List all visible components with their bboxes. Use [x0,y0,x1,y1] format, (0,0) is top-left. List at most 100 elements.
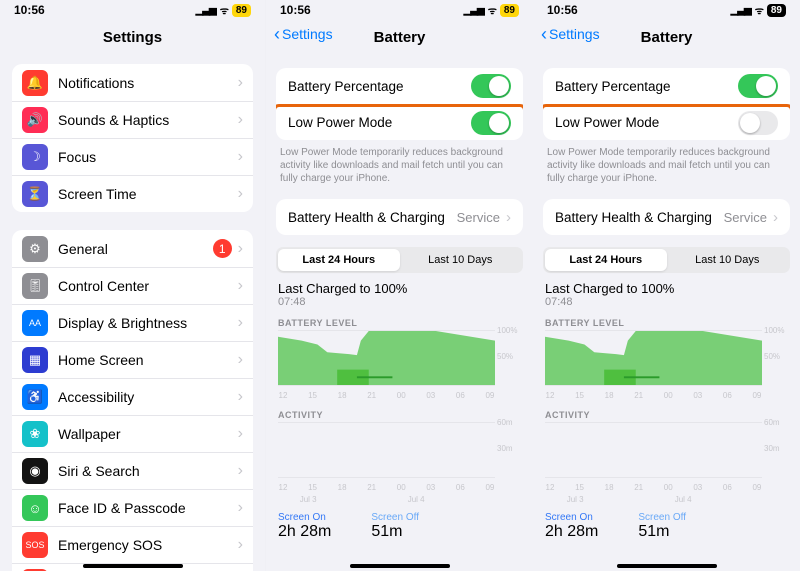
badge: 1 [213,239,232,258]
status-right: ▁▃▅ ᯤ 89 [196,3,251,17]
chevron-right-icon: › [238,185,243,203]
settings-pane: 10:56 ▁▃▅ ᯤ 89 Settings 🔔Notifications›🔊… [0,0,266,571]
wallpaper-icon: ❀ [22,421,48,447]
time-range-segmented[interactable]: Last 24 Hours Last 10 Days [543,247,790,273]
usage-summary: Screen On2h 28m Screen Off51m [278,512,521,541]
settings-row-home-screen[interactable]: ▦ Home Screen› [12,341,253,378]
chevron-right-icon: › [238,425,243,443]
settings-row-display-brightness[interactable]: AA Display & Brightness› [12,304,253,341]
battery-pane-lpm-on: 10:56 ▁▃▅ᯤ89 ‹Settings Battery Battery P… [266,0,533,571]
wifi-icon: ᯤ [755,3,763,17]
grid-icon: ▦ [22,347,48,373]
status-time: 10:56 [547,3,578,17]
usage-summary: Screen On2h 28m Screen Off51m [545,512,788,541]
moon-icon: ☽ [22,144,48,170]
back-button[interactable]: ‹Settings [274,26,333,42]
battery-toggle-group: Battery Percentage Low Power Mode [543,68,790,140]
home-indicator [350,564,450,568]
battery-health-group: Battery Health & Charging Service › [543,199,790,235]
page-title: Settings [103,29,162,46]
settings-group-1: 🔔Notifications›🔊Sounds & Haptics›☽Focus›… [12,64,253,212]
seg-last-24h[interactable]: Last 24 Hours [278,249,400,271]
battery-percentage-row: Battery Percentage [543,68,790,104]
low-power-mode-row: Low Power Mode [543,104,790,140]
bell-icon: 🔔 [22,70,48,96]
battery-pill: 89 [500,4,519,17]
chevron-right-icon: › [238,536,243,554]
lpm-footer-note: Low Power Mode temporarily reduces backg… [266,140,533,185]
back-button[interactable]: ‹Settings [541,26,600,42]
chevron-left-icon: ‹ [274,27,280,41]
battery-health-row[interactable]: Battery Health & Charging Service › [276,199,523,235]
row-label: Face ID & Passcode [58,500,238,516]
signal-icon: ▁▃▅ [731,5,751,16]
chevron-right-icon: › [238,240,243,258]
settings-row-focus[interactable]: ☽ Focus› [12,138,253,175]
settings-row-wallpaper[interactable]: ❀Wallpaper› [12,415,253,452]
seg-last-24h[interactable]: Last 24 Hours [545,249,667,271]
gear-icon: ⚙ [22,236,48,262]
row-label: Notifications [58,75,238,91]
status-bar: 10:56 ▁▃▅ ᯤ 89 [0,0,265,20]
status-time: 10:56 [14,3,45,17]
chevron-right-icon: › [238,462,243,480]
seg-last-10d[interactable]: Last 10 Days [667,249,789,271]
signal-icon: ▁▃▅ [464,5,484,16]
settings-row-emergency-sos[interactable]: SOSEmergency SOS› [12,526,253,563]
seg-last-10d[interactable]: Last 10 Days [400,249,522,271]
chevron-right-icon: › [773,209,778,226]
settings-row-screen-time[interactable]: ⏳Screen Time› [12,175,253,212]
row-label: Accessibility [58,389,238,405]
settings-row-face-id-passcode[interactable]: ☺Face ID & Passcode› [12,489,253,526]
nav-bar: ‹Settings Battery [533,20,800,54]
sos-icon: SOS [22,532,48,558]
textsize-icon: AA [22,310,48,336]
low-power-mode-toggle[interactable] [471,111,511,135]
last-charged: Last Charged to 100% 07:48 [545,281,788,308]
row-label: General [58,241,213,257]
battery-health-row[interactable]: Battery Health & Charging Service › [543,199,790,235]
battery-pane-lpm-off: 10:56 ▁▃▅ ᯤ 89 ‹Settings Battery Battery P… [533,0,800,571]
battery-percentage-toggle[interactable] [738,74,778,98]
chevron-left-icon: ‹ [541,27,547,41]
battery-pill: 89 [232,4,251,17]
activity-chart: ACTIVITY 60m 30m 1215182100030609 Jul 3J… [545,410,788,492]
service-label: Service [724,210,767,225]
chevron-right-icon: › [238,314,243,332]
settings-row-control-center[interactable]: 🎚Control Center› [12,267,253,304]
settings-row-sounds-haptics[interactable]: 🔊Sounds & Haptics› [12,101,253,138]
wifi-icon: ᯤ [488,3,496,17]
settings-group-2: ⚙General1›🎚Control Center›AADisplay & Br… [12,230,253,571]
battery-percentage-toggle[interactable] [471,74,511,98]
time-range-segmented[interactable]: Last 24 Hours Last 10 Days [276,247,523,273]
row-label: Siri & Search [58,463,238,479]
chevron-right-icon: › [238,277,243,295]
row-label: Display & Brightness [58,315,238,331]
settings-row-general[interactable]: ⚙ General1 › [12,230,253,267]
status-bar: 10:56 ▁▃▅ ᯤ 89 [533,0,800,20]
chevron-right-icon: › [238,148,243,166]
battery-toggle-group: Battery Percentage Low Power Mode [276,68,523,140]
battery-percentage-row: Battery Percentage [276,68,523,104]
activity-chart: ACTIVITY 60m 30m 1215182100030609 Jul 3J… [278,410,521,492]
settings-row-notifications[interactable]: 🔔Notifications› [12,64,253,101]
chevron-right-icon: › [506,209,511,226]
row-label: Control Center [58,278,238,294]
settings-row-siri-search[interactable]: ◉Siri & Search› [12,452,253,489]
chevron-right-icon: › [238,499,243,517]
lpm-footer-note: Low Power Mode temporarily reduces backg… [533,140,800,185]
nav-bar: Settings [0,20,265,54]
row-label: Home Screen [58,352,238,368]
chevron-right-icon: › [238,111,243,129]
battery-pill: 89 [767,4,786,17]
chevron-right-icon: › [238,351,243,369]
settings-row-accessibility[interactable]: ♿Accessibility› [12,378,253,415]
row-label: Focus [58,149,238,165]
battery-level-chart: BATTERY LEVEL 100% 50% 1215182100030609 [545,318,788,400]
signal-icon: ▁▃▅ [196,5,216,16]
last-charged: Last Charged to 100% 07:48 [278,281,521,308]
accessibility-icon: ♿ [22,384,48,410]
home-indicator [83,564,183,568]
low-power-mode-toggle[interactable] [738,111,778,135]
service-label: Service [457,210,500,225]
